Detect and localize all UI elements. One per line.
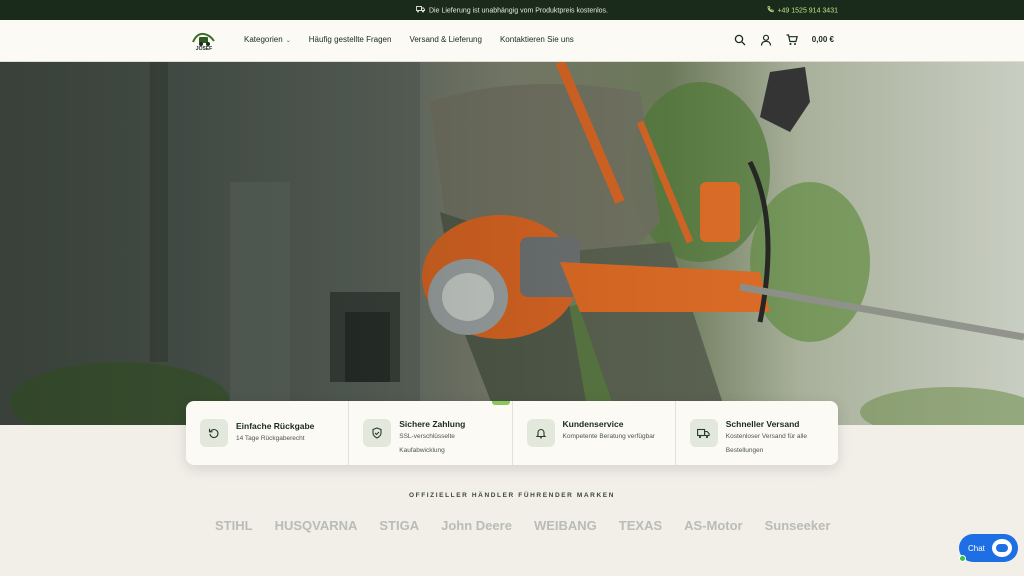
brand-list: STIHL HUSQVARNA STIGA John Deere WEIBANG…	[215, 518, 830, 533]
site-logo[interactable]: JOSEF	[189, 30, 219, 52]
truck-icon	[689, 419, 718, 447]
chat-button[interactable]: Chat	[959, 534, 1018, 562]
main-nav: Kategorien ⌄ Häufig gestellte Fragen Vers…	[244, 35, 574, 44]
feature-title: Sichere Zahlung	[399, 419, 466, 429]
phone-link[interactable]: +49 1525 914 3431	[767, 6, 838, 15]
brand-texas[interactable]: TEXAS	[619, 518, 662, 533]
brands-heading: OFFIZIELLER HÄNDLER FÜHRENDER MARKEN	[408, 492, 615, 499]
cart-icon[interactable]	[786, 33, 798, 45]
search-icon[interactable]	[734, 33, 746, 46]
chat-label: Chat	[968, 544, 985, 553]
feature-subtitle: Kostenloser Versand für alle Bestellunge…	[725, 433, 808, 454]
feature-subtitle: SSL-verschlüsselte Kaufabwicklung	[399, 433, 455, 454]
brand-stiga[interactable]: STIGA	[379, 518, 419, 533]
brand-sunseeker[interactable]: Sunseeker	[765, 518, 831, 533]
nav-item-versand[interactable]: Versand & Lieferung	[409, 35, 482, 44]
accent-tab	[492, 401, 510, 405]
feature-title: Kundenservice	[562, 419, 624, 429]
brand-husqvarna[interactable]: HUSQVARNA	[275, 518, 358, 533]
brand-weibang[interactable]: WEIBANG	[534, 518, 597, 533]
feature-easy-return: Einfache Rückgabe 14 Tage Rückgaberecht	[186, 401, 350, 465]
brand-stihl[interactable]: STIHL	[215, 518, 253, 533]
feature-customer-service: Kundenservice Kompetente Beratung verfüg…	[513, 401, 676, 465]
site-header: JOSEF Kategorien ⌄ Häufig gestellte Frage…	[0, 20, 1024, 62]
feature-title: Einfache Rückgabe	[236, 421, 315, 431]
chevron-down-icon: ⌄	[285, 38, 291, 44]
truck-icon	[416, 6, 425, 15]
feature-fast-shipping: Schneller Versand Kostenloser Versand fü…	[676, 401, 838, 465]
feature-secure-payment: Sichere Zahlung SSL-verschlüsselte Kaufa…	[349, 401, 513, 465]
bell-icon	[526, 419, 555, 447]
features-bar: Einfache Rückgabe 14 Tage Rückgaberecht …	[186, 401, 838, 465]
nav-item-kontakt[interactable]: Kontaktieren Sie uns	[500, 35, 574, 44]
feature-title: Schneller Versand	[725, 419, 800, 429]
hero-image	[0, 62, 1024, 425]
shipping-message: Die Lieferung ist unabhängig vom Produkt…	[429, 7, 608, 15]
nav-item-faq[interactable]: Häufig gestellte Fragen	[309, 35, 392, 44]
feature-subtitle: 14 Tage Rückgaberecht	[236, 435, 305, 442]
user-icon[interactable]	[760, 33, 772, 46]
phone-icon	[767, 6, 775, 15]
online-status-dot	[959, 555, 966, 562]
chat-bubble-icon	[992, 539, 1012, 557]
phone-number: +49 1525 914 3431	[777, 7, 838, 15]
feature-subtitle: Kompetente Beratung verfügbar	[562, 433, 656, 440]
logo-text: JOSEF	[196, 46, 212, 52]
hero-banner	[0, 62, 1024, 425]
return-icon	[200, 419, 228, 447]
shield-icon	[363, 419, 392, 447]
nav-item-kategorien[interactable]: Kategorien ⌄	[244, 35, 291, 44]
brand-as-motor[interactable]: AS-Motor	[684, 518, 743, 533]
brand-john-deere[interactable]: John Deere	[441, 518, 512, 533]
cart-total[interactable]: 0,00 €	[812, 35, 834, 44]
announcement-bar: Die Lieferung ist unabhängig vom Produkt…	[0, 0, 1024, 20]
